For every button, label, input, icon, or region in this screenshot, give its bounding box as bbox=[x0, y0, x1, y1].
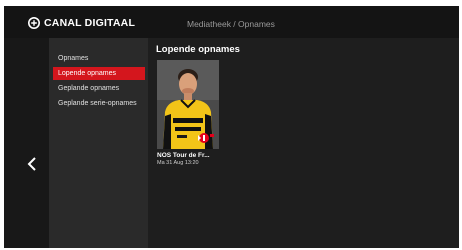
sidebar-item-opnames[interactable]: Opnames bbox=[53, 52, 145, 65]
sidebar-item-lopende-opnames[interactable]: Lopende opnames bbox=[53, 67, 145, 80]
breadcrumb: Mediatheek / Opnames bbox=[187, 19, 275, 29]
recording-card[interactable]: NOS Tour de Fr... Ma 31 Aug 13:20 bbox=[157, 60, 219, 166]
left-nav-strip bbox=[4, 38, 49, 248]
cyclist-portrait-image bbox=[157, 60, 219, 149]
tv-screen: CANAL DIGITAAL Mediatheek / Opnames Opna… bbox=[4, 6, 459, 248]
logo-text: CANAL DIGITAAL bbox=[44, 17, 136, 29]
canal-digitaal-logo-icon bbox=[28, 17, 40, 29]
npo1-channel-badge bbox=[198, 133, 214, 143]
sidebar-item-geplande-opnames[interactable]: Geplande opnames bbox=[53, 82, 145, 95]
chevron-left-icon[interactable] bbox=[26, 156, 40, 172]
sidebar-item-geplande-serie-opnames[interactable]: Geplande serie-opnames bbox=[53, 97, 145, 110]
card-title: NOS Tour de Fr... bbox=[157, 152, 210, 159]
card-meta: Ma 31 Aug 13:20 bbox=[157, 160, 199, 166]
main-content: Lopende opnames NOS Tour de Fr... Ma 31 … bbox=[148, 38, 459, 248]
section-title: Lopende opnames bbox=[156, 44, 240, 55]
sidebar: Opnames Lopende opnames Geplande opnames… bbox=[49, 38, 148, 248]
top-bar: CANAL DIGITAAL Mediatheek / Opnames bbox=[4, 6, 459, 38]
brand-logo: CANAL DIGITAAL bbox=[28, 17, 135, 29]
